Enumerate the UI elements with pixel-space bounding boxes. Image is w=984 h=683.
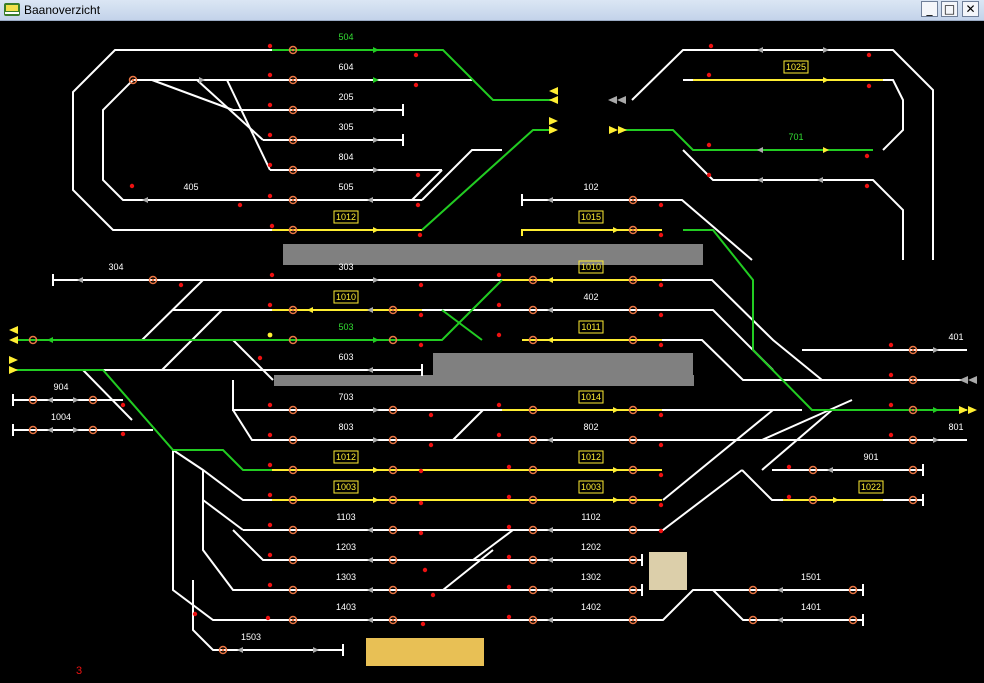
label-401: 401	[948, 332, 963, 342]
building-beige	[649, 552, 687, 590]
track-1003-left[interactable]	[172, 449, 272, 501]
app-icon	[4, 3, 20, 16]
label-701: 701	[788, 132, 803, 142]
label-1103: 1103	[336, 512, 355, 522]
label-303: 303	[338, 262, 353, 272]
label-305: 305	[338, 122, 353, 132]
train-1010-b-label: 1010	[336, 292, 356, 302]
label-1402: 1402	[581, 602, 601, 612]
train-labels[interactable]: 1025 1012 1015 1010 1010 1011 1014 1012 …	[333, 60, 884, 494]
label-1401: 1401	[801, 602, 821, 612]
window-title: Baanoverzicht	[24, 3, 101, 17]
track-803-cross[interactable]	[452, 409, 484, 441]
track-1401[interactable]	[712, 589, 863, 621]
label-1501: 1501	[801, 572, 821, 582]
label-1302: 1302	[581, 572, 601, 582]
train-1015-label: 1015	[581, 212, 601, 222]
label-802: 802	[583, 422, 598, 432]
train-1011-label: 1011	[581, 322, 600, 332]
train-1010-a[interactable]: 1010	[578, 260, 604, 274]
train-1022-label: 1022	[861, 482, 881, 492]
label-1102: 1102	[581, 512, 600, 522]
train-1012-c-label: 1012	[581, 452, 601, 462]
train-1003-b[interactable]: 1003	[578, 480, 604, 494]
label-1203: 1203	[336, 542, 356, 552]
status-counter: 3	[76, 665, 82, 677]
baanoverzicht-window: Baanoverzicht _ □ ✕ 504 604 205 305 804 …	[0, 0, 984, 683]
track-right-loop-lower[interactable]	[682, 149, 904, 260]
train-1003-b-label: 1003	[581, 482, 601, 492]
label-405: 405	[183, 182, 198, 192]
label-504: 504	[338, 32, 353, 42]
track-503-right[interactable]	[662, 339, 962, 381]
track-205[interactable]	[151, 79, 234, 111]
label-904: 904	[53, 382, 68, 392]
train-1011[interactable]: 1011	[578, 320, 604, 334]
train-1003-a-label: 1003	[336, 482, 356, 492]
train-1012-a-label: 1012	[336, 212, 356, 222]
platform-middle	[433, 353, 693, 375]
track-1203[interactable]	[202, 499, 244, 531]
label-901: 901	[863, 452, 878, 462]
track-trunk-a[interactable]	[172, 450, 863, 621]
maximize-button[interactable]: □	[941, 1, 958, 17]
label-1403: 1403	[336, 602, 356, 612]
label-804: 804	[338, 152, 353, 162]
label-205: 205	[338, 92, 353, 102]
label-1202: 1202	[581, 542, 601, 552]
label-505: 505	[338, 182, 353, 192]
label-1303: 1303	[336, 572, 356, 582]
train-1022[interactable]: 1022	[858, 480, 884, 494]
train-1010-b[interactable]: 1010	[333, 290, 359, 304]
label-803: 803	[338, 422, 353, 432]
train-1025[interactable]: 1025	[783, 60, 809, 74]
track-1203-cross[interactable]	[472, 529, 514, 561]
label-604: 604	[338, 62, 353, 72]
track-804-branch[interactable]	[226, 79, 271, 171]
label-503: 503	[338, 322, 353, 332]
minimize-button[interactable]: _	[921, 1, 938, 17]
label-1004: 1004	[51, 412, 71, 422]
train-1012-b[interactable]: 1012	[333, 450, 359, 464]
train-1012-a[interactable]: 1012	[333, 210, 359, 224]
train-1014-label: 1014	[581, 392, 601, 402]
track-1022[interactable]	[741, 469, 923, 501]
occupancy-markers	[120, 43, 894, 627]
platform-lower	[274, 375, 694, 386]
close-button[interactable]: ✕	[962, 1, 979, 17]
train-1025-label: 1025	[786, 62, 806, 72]
label-603: 603	[338, 352, 353, 362]
track-right-loop-outer[interactable]	[631, 49, 934, 260]
track-labels: 504 604 205 305 804 405 505 102 304 303 …	[51, 32, 964, 642]
label-402: 402	[583, 292, 598, 302]
building-yellow	[366, 638, 484, 666]
track-1012-right-link[interactable]	[662, 409, 774, 501]
label-703: 703	[338, 392, 353, 402]
label-801: 801	[948, 422, 963, 432]
train-1010-a-label: 1010	[581, 262, 601, 272]
title-bar[interactable]: Baanoverzicht _ □ ✕	[0, 0, 984, 21]
track-603-branch[interactable]	[232, 339, 274, 381]
train-1003-a[interactable]: 1003	[333, 480, 359, 494]
label-304: 304	[108, 262, 123, 272]
train-1012-b-label: 1012	[336, 452, 356, 462]
label-102: 102	[583, 182, 598, 192]
track-505-link[interactable]	[421, 149, 502, 201]
train-1012-c[interactable]: 1012	[578, 450, 604, 464]
train-1015[interactable]: 1015	[578, 210, 604, 224]
train-1014[interactable]: 1014	[578, 390, 604, 404]
track-layout-canvas[interactable]: 504 604 205 305 804 405 505 102 304 303 …	[2, 20, 982, 681]
label-1503: 1503	[241, 632, 261, 642]
signals[interactable]	[28, 45, 918, 655]
track-1303-cross[interactable]	[442, 549, 494, 591]
reserved-sections	[272, 79, 883, 501]
